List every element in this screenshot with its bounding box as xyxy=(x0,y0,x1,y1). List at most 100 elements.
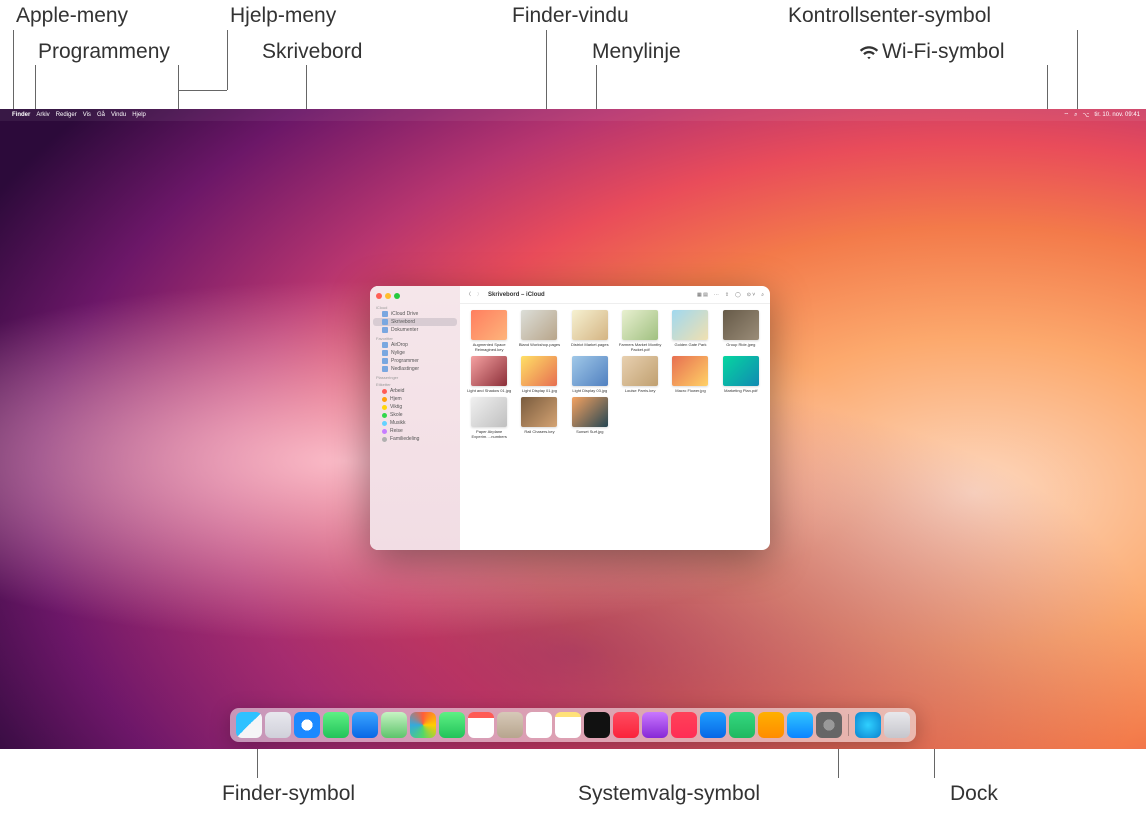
dock-reminders-icon[interactable] xyxy=(526,712,552,738)
app-menu[interactable]: Finder xyxy=(12,112,30,118)
file-item[interactable]: Light Display 03.jpg xyxy=(567,356,613,393)
sidebar-section-places: Plasseringer xyxy=(370,373,460,380)
dock-downloads-icon[interactable] xyxy=(855,712,881,738)
dock-pages-icon[interactable] xyxy=(758,712,784,738)
file-name: Farmers Market Monthy Packet.pdf xyxy=(617,342,663,352)
menu-vis[interactable]: Vis xyxy=(83,112,91,118)
dock-notes-icon[interactable] xyxy=(555,712,581,738)
tag-dot-icon xyxy=(382,397,387,402)
file-item[interactable]: Light Display 01.jpg xyxy=(516,356,562,393)
dock-messages-icon[interactable] xyxy=(323,712,349,738)
callout-wifi: Wi-Fi-symbol xyxy=(859,40,1004,64)
menu-clock[interactable]: tir. 10. nov. 09:41 xyxy=(1094,112,1140,118)
file-thumbnail xyxy=(521,310,557,340)
tags-icon[interactable]: ◯ xyxy=(735,292,741,298)
sidebar-item[interactable]: AirDrop xyxy=(370,341,460,349)
search-icon[interactable]: ⌕ xyxy=(761,292,764,298)
file-item[interactable]: Augmented Space Reimagined.key xyxy=(466,310,512,352)
sidebar-label: Skrivebord xyxy=(391,319,415,325)
nav-fwd-icon[interactable]: 〉 xyxy=(477,291,482,298)
file-thumbnail xyxy=(723,356,759,386)
sidebar-item[interactable]: Programmer xyxy=(370,357,460,365)
sidebar-tag[interactable]: Hjem xyxy=(370,395,460,403)
sidebar-section-fav: Favoritter xyxy=(370,334,460,341)
dock-safari-icon[interactable] xyxy=(294,712,320,738)
menu-arkiv[interactable]: Arkiv xyxy=(36,112,49,118)
sidebar-tag[interactable]: Skole xyxy=(370,411,460,419)
dock-facetime-icon[interactable] xyxy=(439,712,465,738)
dock-system-preferences-icon[interactable] xyxy=(816,712,842,738)
action-icon[interactable]: ⊙ ˅ xyxy=(747,292,756,298)
sidebar-tag[interactable]: Viktig xyxy=(370,403,460,411)
sidebar-tag[interactable]: Reise xyxy=(370,427,460,435)
dock-launchpad-icon[interactable] xyxy=(265,712,291,738)
file-thumbnail xyxy=(672,310,708,340)
dock-calendar-icon[interactable] xyxy=(468,712,494,738)
finder-toolbar: 〈 〉 Skrivebord – iCloud ▦ ▤ ⋯ ⇪ ◯ ⊙ ˅ ⌕ xyxy=(460,286,770,304)
minimize-button[interactable] xyxy=(385,293,391,299)
file-item[interactable]: Light and Shadow 01.jpg xyxy=(466,356,512,393)
sidebar-label: Viktig xyxy=(390,404,402,410)
sidebar-item[interactable]: Dokumenter xyxy=(370,326,460,334)
file-name: Light Display 01.jpg xyxy=(522,388,557,393)
file-item[interactable]: Bland Workshop.pages xyxy=(516,310,562,352)
dock-music-icon[interactable] xyxy=(613,712,639,738)
view-icons[interactable]: ▦ ▤ xyxy=(697,292,708,298)
file-item[interactable]: Macro Flower.jpg xyxy=(667,356,713,393)
file-thumbnail xyxy=(471,310,507,340)
file-name: Rail Chasers.key xyxy=(524,429,554,434)
file-item[interactable]: Farmers Market Monthy Packet.pdf xyxy=(617,310,663,352)
menu-vindu[interactable]: Vindu xyxy=(111,112,126,118)
sidebar-item[interactable]: Skrivebord xyxy=(373,318,457,326)
file-name: Light Display 03.jpg xyxy=(572,388,607,393)
nav-back-icon[interactable]: 〈 xyxy=(466,291,471,298)
file-item[interactable]: Louise Parris.key xyxy=(617,356,663,393)
callout-app-menu: Programmeny xyxy=(38,40,170,64)
wifi-status-icon[interactable]: ⌔ xyxy=(1063,111,1069,119)
sidebar-item[interactable]: Nedlastinger xyxy=(370,365,460,373)
dock-mail-icon[interactable] xyxy=(352,712,378,738)
sidebar-item[interactable]: iCloud Drive xyxy=(370,310,460,318)
share-icon[interactable]: ⇪ xyxy=(725,292,729,298)
dock-appstore-icon[interactable] xyxy=(787,712,813,738)
file-item[interactable]: Group Ride.jpeg xyxy=(718,310,764,352)
callout-control-center: Kontrollsenter-symbol xyxy=(788,4,991,28)
menu-rediger[interactable]: Rediger xyxy=(56,112,77,118)
close-button[interactable] xyxy=(376,293,382,299)
control-center-icon[interactable]: ⌥ xyxy=(1082,112,1089,119)
menu-ga[interactable]: Gå xyxy=(97,112,105,118)
dock-news-icon[interactable] xyxy=(671,712,697,738)
file-item[interactable]: Rail Chasers.key xyxy=(516,397,562,439)
tag-dot-icon xyxy=(382,429,387,434)
dock-maps-icon[interactable] xyxy=(381,712,407,738)
file-name: Louise Parris.key xyxy=(625,388,656,393)
dock xyxy=(230,708,916,742)
dock-finder-icon[interactable] xyxy=(236,712,262,738)
sidebar-tag[interactable]: Arbeid xyxy=(370,387,460,395)
finder-window[interactable]: iCloud iCloud DriveSkrivebordDokumenter … xyxy=(370,286,770,550)
dock-photos-icon[interactable] xyxy=(410,712,436,738)
menu-hjelp[interactable]: Hjelp xyxy=(132,112,146,118)
dock-keynote-icon[interactable] xyxy=(700,712,726,738)
file-item[interactable]: District Market.pages xyxy=(567,310,613,352)
file-name: Macro Flower.jpg xyxy=(675,388,705,393)
file-item[interactable]: Sunset Surf.jpg xyxy=(567,397,613,439)
file-item[interactable]: Marketing Plan.pdf xyxy=(718,356,764,393)
sidebar-tag[interactable]: Familiedeling xyxy=(370,435,460,443)
dock-tv-icon[interactable] xyxy=(584,712,610,738)
file-name: District Market.pages xyxy=(571,342,609,347)
zoom-button[interactable] xyxy=(394,293,400,299)
tag-dot-icon xyxy=(382,405,387,410)
callout-help-menu: Hjelp-meny xyxy=(230,4,336,28)
file-item[interactable]: Paper Airplane Experim….numbers xyxy=(466,397,512,439)
spotlight-icon[interactable]: ⌕ xyxy=(1074,112,1077,119)
sidebar-tag[interactable]: Musikk xyxy=(370,419,460,427)
dock-trash-icon[interactable] xyxy=(884,712,910,738)
dock-numbers-icon[interactable] xyxy=(729,712,755,738)
folder-icon xyxy=(382,342,388,348)
file-item[interactable]: Golden Gate Park xyxy=(667,310,713,352)
dock-contacts-icon[interactable] xyxy=(497,712,523,738)
sidebar-item[interactable]: Nylige xyxy=(370,349,460,357)
group-icon[interactable]: ⋯ xyxy=(714,292,719,298)
dock-podcasts-icon[interactable] xyxy=(642,712,668,738)
